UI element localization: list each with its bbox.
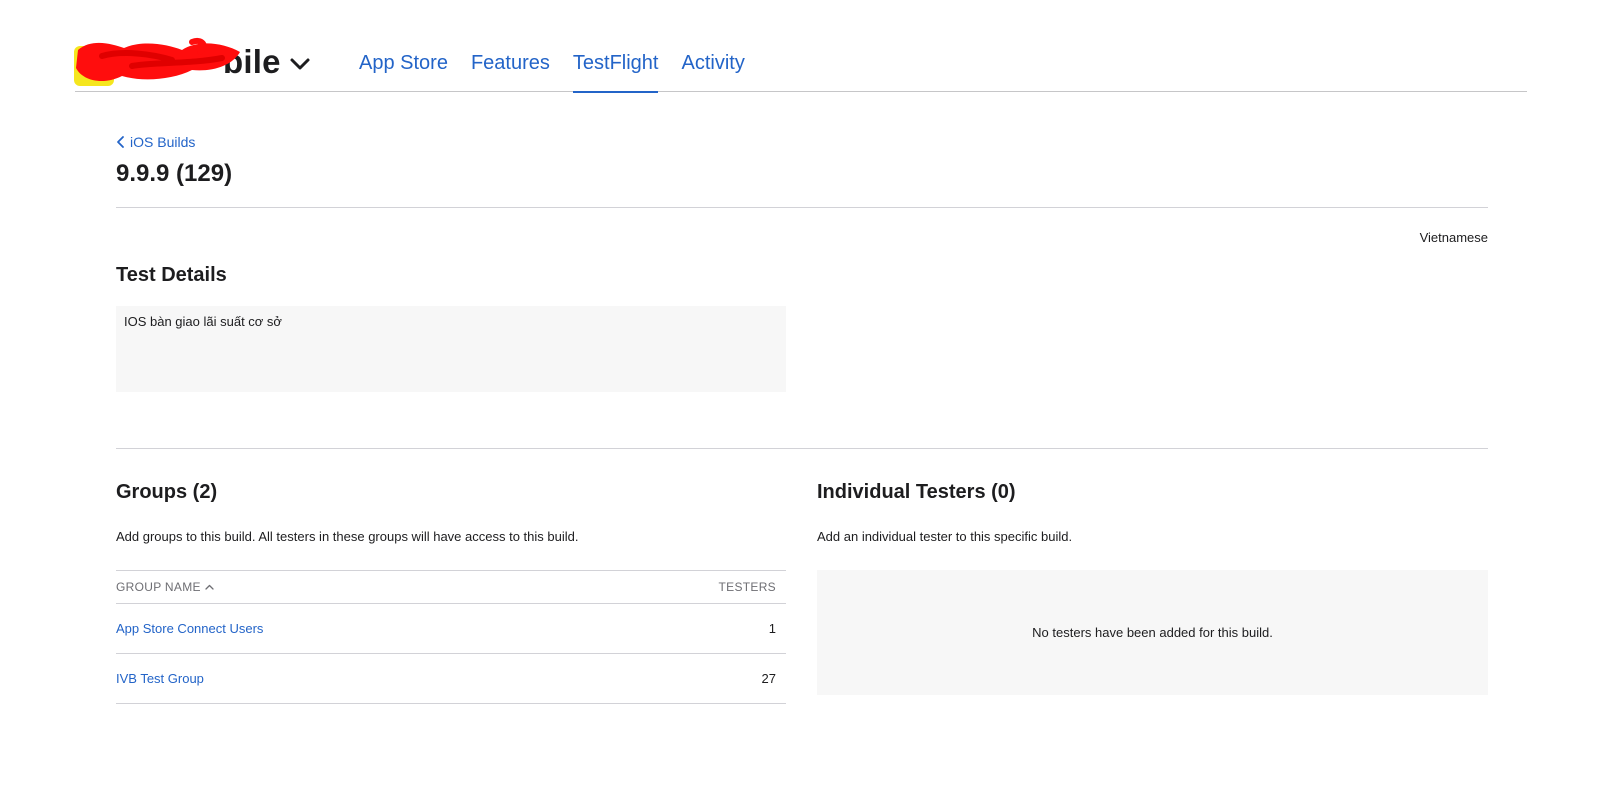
tab-activity[interactable]: Activity (681, 30, 744, 92)
tab-features[interactable]: Features (471, 30, 550, 92)
breadcrumb-ios-builds[interactable]: iOS Builds (116, 134, 195, 150)
tester-count: 1 (768, 621, 776, 636)
tab-testflight[interactable]: TestFlight (572, 30, 658, 93)
page-title: 9.9.9 (129) (116, 160, 233, 187)
tester-count: 27 (761, 671, 776, 686)
app-switcher[interactable]: bile (74, 38, 311, 86)
sort-up-icon (205, 584, 214, 590)
empty-testers-panel: No testers have been added for this buil… (817, 570, 1488, 695)
table-row: App Store Connect Users 1 (116, 604, 786, 654)
groups-description: Add groups to this build. All testers in… (116, 529, 579, 544)
nav-tabs: App Store Features TestFlight Activity (359, 30, 768, 93)
chevron-down-icon (290, 58, 310, 70)
top-navigation: bile App Store Features TestFlight Activ… (74, 30, 1527, 93)
table-header: GROUP NAME TESTERS (116, 570, 786, 604)
individual-testers-description: Add an individual tester to this specifi… (817, 529, 1073, 544)
group-name-header-label: GROUP NAME (116, 580, 201, 594)
column-header-testers: TESTERS (718, 580, 776, 594)
tab-app-store[interactable]: App Store (359, 30, 448, 92)
groups-table: GROUP NAME TESTERS App Store Connect Use… (116, 570, 786, 704)
test-notes-field[interactable]: IOS bàn giao lãi suất cơ sở (116, 306, 786, 392)
empty-testers-message: No testers have been added for this buil… (1032, 625, 1273, 640)
breadcrumb-label: iOS Builds (130, 134, 196, 150)
group-link[interactable]: App Store Connect Users (116, 621, 263, 636)
group-link[interactable]: IVB Test Group (116, 671, 204, 686)
individual-testers-title: Individual Testers (0) (817, 481, 1016, 503)
locale-selector[interactable]: Vietnamese (1420, 230, 1488, 245)
redacted-app-name (74, 38, 240, 86)
table-row: IVB Test Group 27 (116, 654, 786, 704)
test-details-title: Test Details (116, 264, 227, 286)
column-header-group-name[interactable]: GROUP NAME (116, 580, 214, 594)
title-divider (116, 207, 1488, 208)
section-divider (116, 448, 1488, 449)
chevron-left-icon (117, 136, 124, 148)
groups-title: Groups (2) (116, 481, 218, 503)
